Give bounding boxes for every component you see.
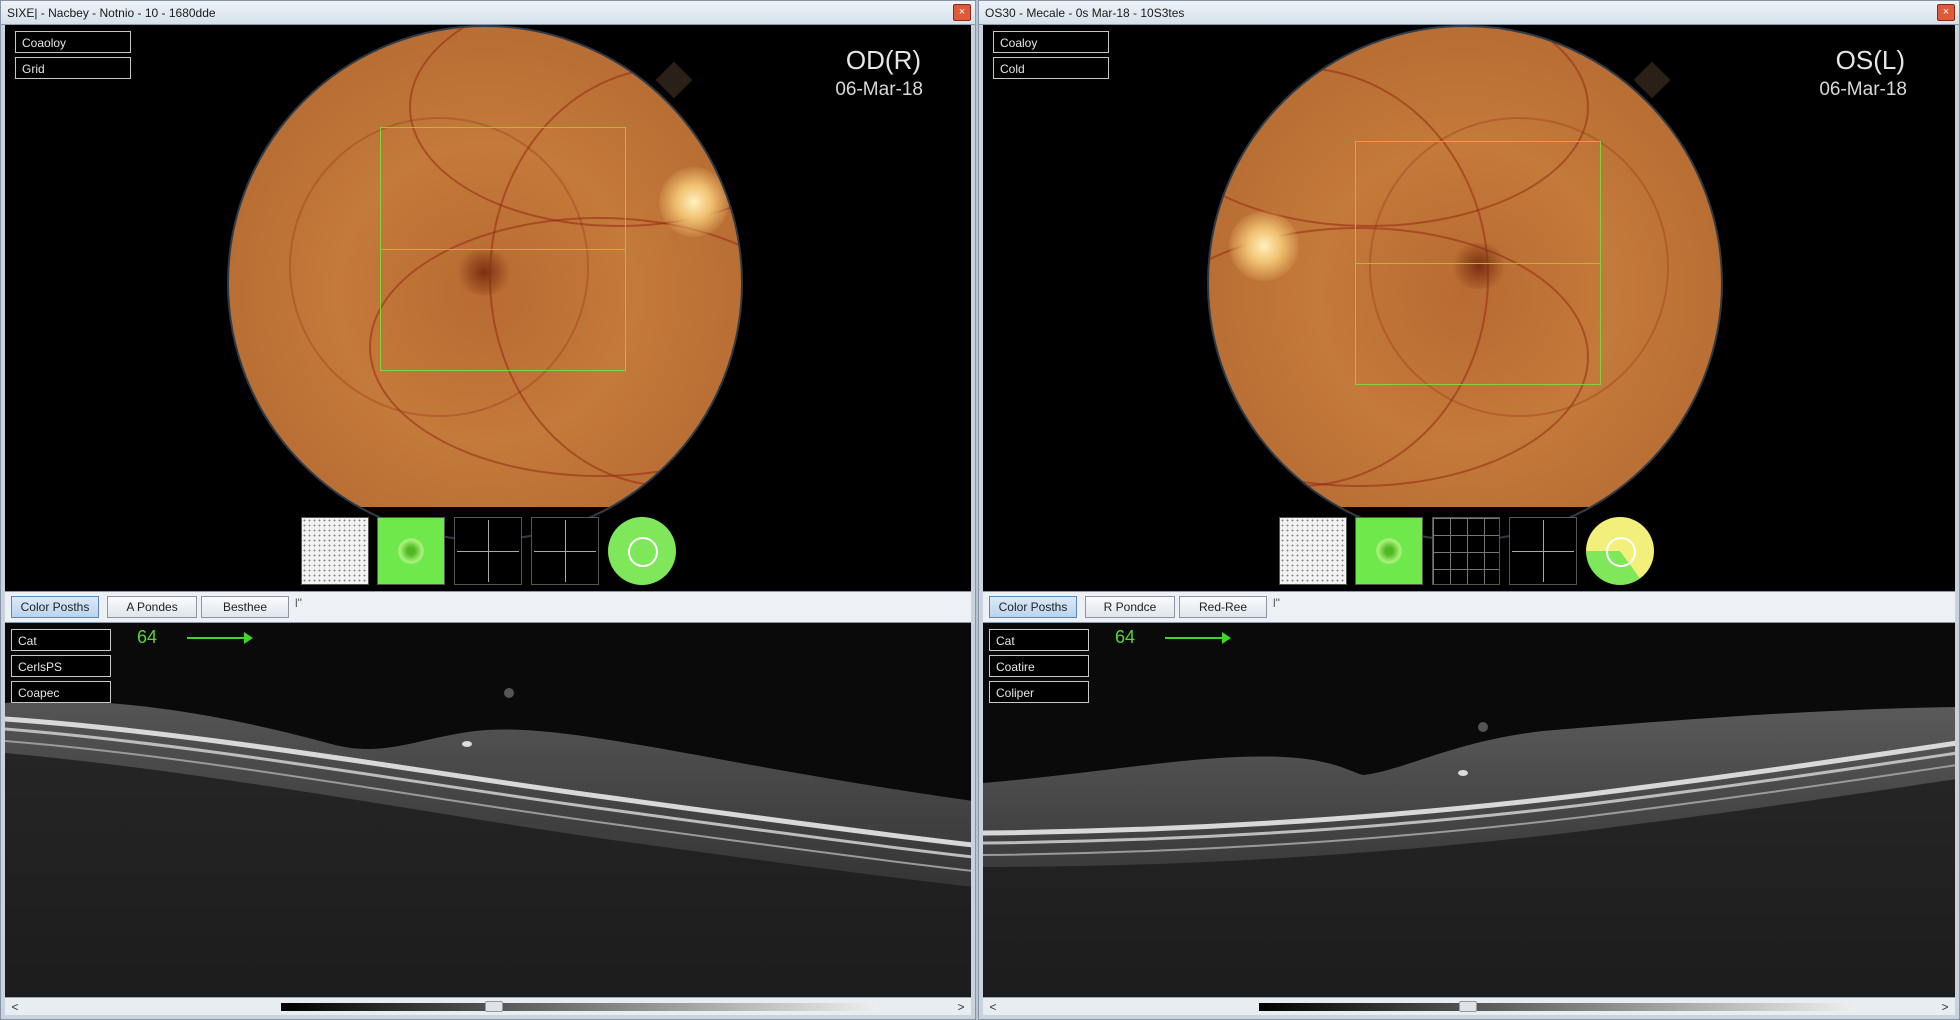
optic-disc — [1229, 211, 1299, 281]
tab-color-photos[interactable]: Color Posths — [989, 596, 1077, 618]
quadrant-grid-icon[interactable] — [531, 517, 599, 585]
scroll-left-icon[interactable]: < — [985, 999, 1001, 1015]
left-overlay-button[interactable]: Coaoloy — [15, 31, 131, 53]
right-overlay-button[interactable]: Coaloy — [993, 31, 1109, 53]
right-oct-scan[interactable]: Cat Coatire Coliper 64 — [983, 623, 1955, 997]
right-oct-number: 64 — [1115, 627, 1136, 647]
tab-overflow[interactable]: l" — [1273, 596, 1280, 610]
left-oct-third-button[interactable]: Coapec — [11, 681, 111, 703]
left-date: 06-Mar-18 — [835, 79, 923, 100]
circle-map-icon[interactable] — [608, 517, 676, 585]
scroll-right-icon[interactable]: > — [953, 999, 969, 1015]
right-grid-overlay[interactable] — [1355, 141, 1601, 385]
left-oct-number: 64 — [137, 627, 158, 647]
left-scroll-thumb[interactable] — [485, 1001, 503, 1012]
left-oct-image — [5, 688, 971, 997]
tab-a-pondes[interactable]: A Pondes — [107, 596, 197, 618]
circle-map-icon[interactable] — [1586, 517, 1654, 585]
right-oct-third-button[interactable]: Coliper — [989, 681, 1089, 703]
right-oct-cat-button[interactable]: Cat — [989, 629, 1089, 651]
right-scroll-thumb[interactable] — [1459, 1001, 1477, 1012]
dot-pattern-icon[interactable] — [1279, 517, 1347, 585]
green-map-icon[interactable] — [1355, 517, 1423, 585]
left-oct-second-button[interactable]: CerlsPS — [11, 655, 111, 677]
app-window: SIXE| - Nacbey - Notnio - 10 - 1680dde ×… — [0, 0, 1960, 1020]
left-eye-pane: SIXE| - Nacbey - Notnio - 10 - 1680dde ×… — [0, 0, 976, 1020]
left-intensity-strip — [281, 1003, 877, 1011]
tab-color-photos[interactable]: Color Posths — [11, 596, 99, 618]
scroll-right-icon[interactable]: > — [1937, 999, 1953, 1015]
tab-red-free[interactable]: Red-Ree — [1179, 596, 1267, 618]
scroll-left-icon[interactable]: < — [7, 999, 23, 1015]
left-oct-cat-button[interactable]: Cat — [11, 629, 111, 651]
left-scrollbar[interactable]: < > — [5, 997, 971, 1015]
left-tabbar: Color Posths A Pondes Besthee l" — [5, 591, 971, 623]
right-eye-pane: OS30 - Mecale - 0s Mar-18 - 10S3tes × Co… — [978, 0, 1960, 1020]
right-close-button[interactable]: × — [1937, 4, 1955, 21]
left-fundus-view[interactable]: Coaoloy Grid OD(R) 06-Mar-18 — [5, 25, 971, 591]
right-tabbar: Color Posths R Pondce Red-Ree l" — [983, 591, 1955, 623]
dot-pattern-icon[interactable] — [301, 517, 369, 585]
green-map-icon[interactable] — [377, 517, 445, 585]
right-date: 06-Mar-18 — [1819, 79, 1907, 100]
left-titlebar: SIXE| - Nacbey - Notnio - 10 - 1680dde × — [1, 1, 975, 25]
left-eye-label: OD(R) — [845, 45, 921, 75]
optic-disc — [659, 167, 729, 237]
right-titlebar: OS30 - Mecale - 0s Mar-18 - 10S3tes × — [979, 1, 1959, 25]
tab-besthee[interactable]: Besthee — [201, 596, 289, 618]
right-scrollbar[interactable]: < > — [983, 997, 1955, 1015]
right-oct-second-button[interactable]: Coatire — [989, 655, 1089, 677]
quadrant-grid-icon[interactable] — [1509, 517, 1577, 585]
left-window-title: SIXE| - Nacbey - Notnio - 10 - 1680dde — [7, 6, 216, 20]
left-close-button[interactable]: × — [953, 4, 971, 21]
right-window-title: OS30 - Mecale - 0s Mar-18 - 10S3tes — [985, 6, 1185, 20]
right-fundus-view[interactable]: Coaloy Cold OS(L) 06-Mar-18 — [983, 25, 1955, 591]
left-grid-overlay[interactable] — [380, 127, 626, 371]
right-intensity-strip — [1259, 1003, 1855, 1011]
right-oct-image — [983, 707, 1955, 997]
right-grid-button[interactable]: Cold — [993, 57, 1109, 79]
quadrant-grid-icon[interactable] — [454, 517, 522, 585]
left-grid-button[interactable]: Grid — [15, 57, 131, 79]
scan-direction-arrow-icon — [187, 632, 253, 644]
right-eye-label: OS(L) — [1835, 45, 1905, 75]
tab-r-pondce[interactable]: R Pondce — [1085, 596, 1175, 618]
left-oct-scan[interactable]: Cat CerlsPS Coapec 64 — [5, 623, 971, 997]
tab-overflow[interactable]: l" — [295, 596, 302, 610]
grid-icon[interactable] — [1432, 517, 1500, 585]
scan-direction-arrow-icon — [1165, 632, 1231, 644]
